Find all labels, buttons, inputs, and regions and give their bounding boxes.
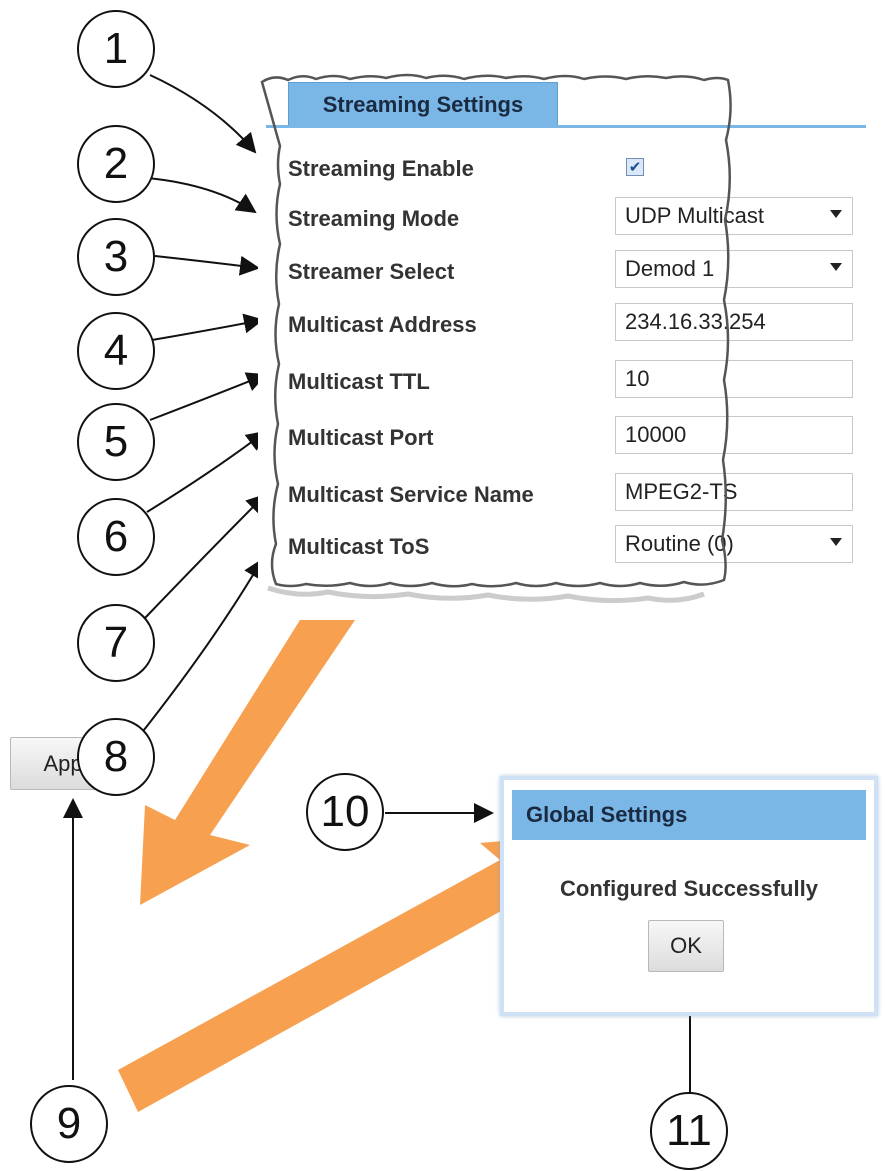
- streaming-mode-value: UDP Multicast: [625, 203, 764, 228]
- multicast-ttl-label: Multicast TTL: [288, 369, 430, 394]
- leader-2: [147, 177, 257, 214]
- callout-10: 10: [306, 773, 384, 851]
- callout-7: 7: [77, 604, 155, 682]
- multicast-service-name-label: Multicast Service Name: [288, 482, 534, 507]
- tab-underline: [266, 125, 866, 128]
- chevron-down-icon: [830, 263, 842, 271]
- streaming-mode-label: Streaming Mode: [288, 206, 460, 231]
- dialog-title: Global Settings: [512, 790, 866, 840]
- check-icon: ✔: [628, 158, 642, 176]
- callout-6: 6: [77, 498, 155, 576]
- streaming-mode-select[interactable]: UDP Multicast: [615, 197, 853, 235]
- streamer-select-label: Streamer Select: [288, 259, 455, 284]
- multicast-ttl-input[interactable]: 10: [615, 360, 853, 398]
- leader-1: [149, 74, 257, 154]
- multicast-address-input[interactable]: 234.16.33.254: [615, 303, 853, 341]
- callout-3: 3: [77, 218, 155, 296]
- callout-2: 2: [77, 125, 155, 203]
- multicast-address-label: Multicast Address: [288, 312, 477, 337]
- orange-arrow-to-apply: [140, 620, 355, 905]
- multicast-tos-select[interactable]: Routine (0): [615, 525, 853, 563]
- streamer-select[interactable]: Demod 1: [615, 250, 853, 288]
- ok-button[interactable]: OK: [648, 920, 724, 972]
- streaming-settings-panel: Streaming Settings Streaming Enable ✔ St…: [258, 72, 876, 592]
- multicast-tos-value: Routine (0): [625, 531, 734, 556]
- callout-8: 8: [77, 718, 155, 796]
- leader-6: [146, 430, 267, 513]
- callout-1: 1: [77, 10, 155, 88]
- multicast-tos-label: Multicast ToS: [288, 534, 430, 559]
- streaming-enable-label: Streaming Enable: [288, 156, 474, 181]
- callout-5: 5: [77, 403, 155, 481]
- global-settings-dialog: Global Settings Configured Successfully …: [500, 776, 878, 1016]
- multicast-port-input[interactable]: 10000: [615, 416, 853, 454]
- callout-9: 9: [30, 1085, 108, 1163]
- streamer-select-value: Demod 1: [625, 256, 715, 281]
- leader-8: [139, 558, 264, 736]
- chevron-down-icon: [830, 210, 842, 218]
- leader-5: [149, 372, 267, 421]
- dialog-message: Configured Successfully: [560, 876, 818, 901]
- multicast-port-label: Multicast Port: [288, 425, 434, 450]
- multicast-service-name-input[interactable]: MPEG2-TS: [615, 473, 853, 511]
- tab-streaming-settings[interactable]: Streaming Settings: [288, 82, 558, 126]
- streaming-enable-checkbox[interactable]: ✔: [626, 158, 644, 176]
- leader-7: [144, 493, 267, 619]
- callout-4: 4: [77, 312, 155, 390]
- leader-3: [154, 255, 260, 276]
- callout-11: 11: [650, 1092, 728, 1170]
- leader-4: [151, 313, 264, 341]
- chevron-down-icon: [830, 538, 842, 546]
